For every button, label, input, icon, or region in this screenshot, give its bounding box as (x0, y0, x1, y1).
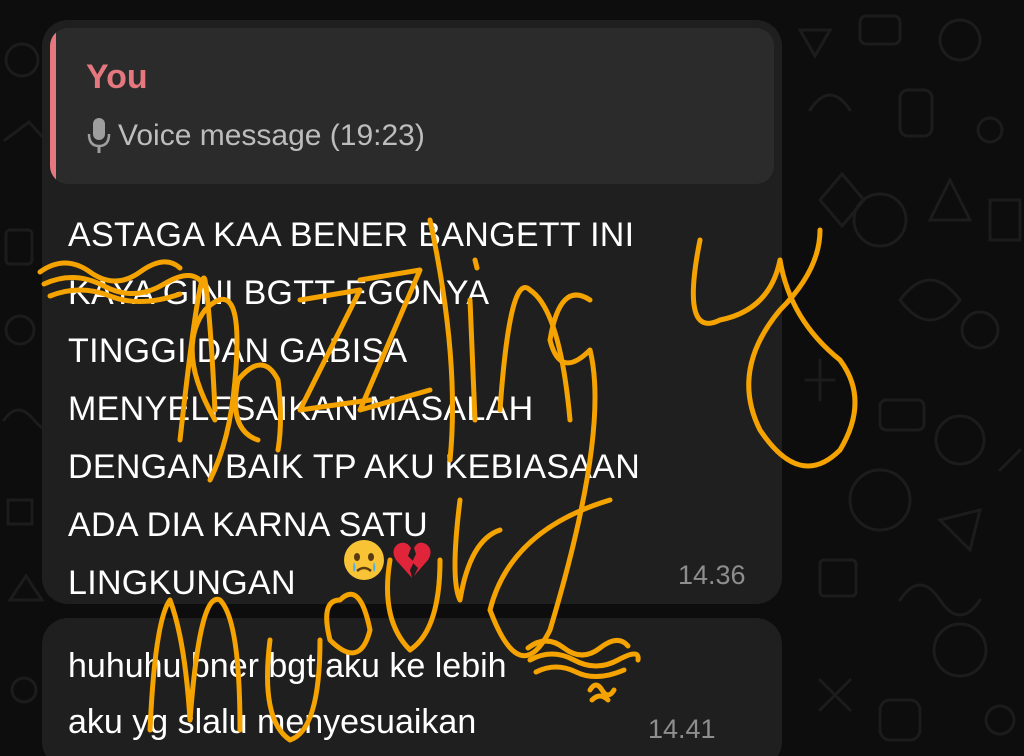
crying-face-emoji (344, 540, 384, 580)
emoji-row (342, 538, 438, 582)
message-text: huhuhu bner bgt aku ke lebih aku yg slal… (68, 647, 507, 741)
message-timestamp: 14.41 (648, 714, 716, 744)
reply-accent-bar (50, 28, 56, 184)
message-timestamp: 14.36 (678, 560, 746, 590)
microphone-icon (87, 118, 111, 153)
reply-quote[interactable]: You Voice message (19:23) (50, 28, 774, 184)
message-bubble[interactable]: huhuhu bner bgt aku ke lebih aku yg slal… (42, 618, 782, 756)
message-bubble[interactable]: You Voice message (19:23) ASTAGA KAA BEN… (42, 20, 782, 604)
reply-preview-row: Voice message (19:23) (86, 116, 425, 156)
chat-background: You Voice message (19:23) ASTAGA KAA BEN… (0, 0, 1024, 756)
broken-heart-emoji (393, 542, 431, 578)
reply-preview-text: Voice message (19:23) (118, 119, 425, 152)
reply-author: You (86, 58, 148, 96)
